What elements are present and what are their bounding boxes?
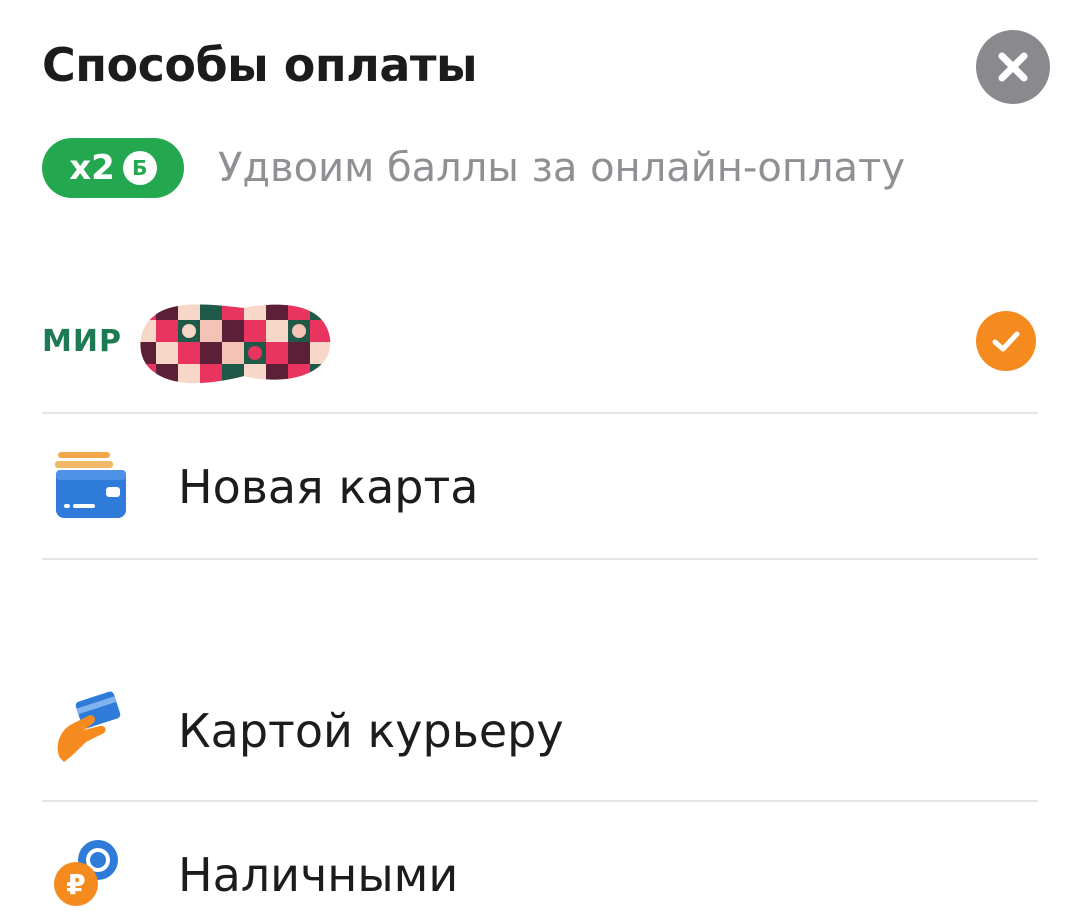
payment-methods-sheet: Способы оплаты x2 Б Удвоим баллы за онла… [0, 0, 1080, 921]
new-card-row[interactable]: Новая карта [42, 442, 1038, 532]
close-icon [998, 52, 1028, 82]
svg-text:₽: ₽ [66, 868, 85, 901]
mir-logo: МИР [42, 323, 122, 359]
selected-check [976, 311, 1036, 371]
points-promo: x2 Б Удвоим баллы за онлайн-оплату [42, 138, 905, 198]
points-multiplier-badge: x2 Б [42, 138, 184, 198]
divider [42, 800, 1038, 802]
new-card-icon [42, 442, 132, 532]
points-coin-icon: Б [122, 151, 157, 185]
card-to-courier-icon [42, 686, 132, 776]
saved-card-row[interactable]: МИР [42, 298, 1038, 384]
coin-symbol: Б [132, 156, 148, 180]
close-button[interactable] [976, 30, 1050, 104]
masked-card-number [140, 304, 331, 383]
promo-text: Удвоим баллы за онлайн-оплату [218, 145, 906, 191]
divider [42, 558, 1038, 560]
multiplier-text: x2 [69, 148, 115, 188]
card-to-courier-row[interactable]: Картой курьеру [42, 686, 1038, 776]
checkmark-icon [992, 331, 1020, 352]
new-card-label: Новая карта [178, 460, 479, 514]
cash-label: Наличными [178, 848, 459, 902]
cash-coins-icon: ₽ [42, 830, 132, 920]
cash-row[interactable]: ₽ Наличными [42, 830, 1038, 920]
sheet-title: Способы оплаты [42, 38, 478, 92]
card-to-courier-label: Картой курьеру [178, 704, 564, 758]
divider [42, 412, 1038, 414]
